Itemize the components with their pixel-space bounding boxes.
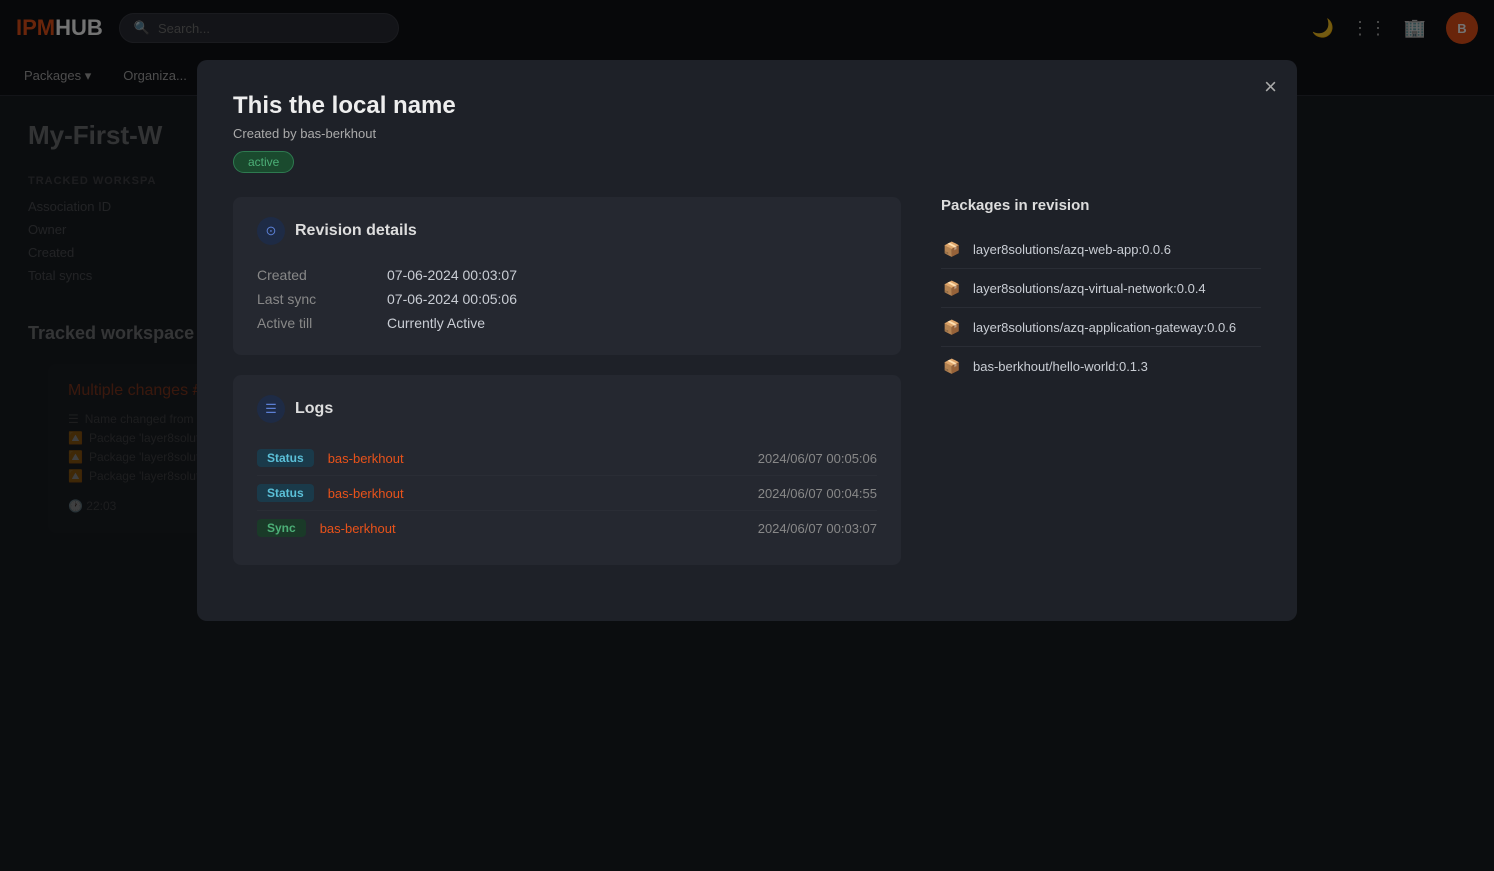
revision-value-lastsync: 07-06-2024 00:05:06 [387, 291, 517, 307]
package-icon-0: 📦 [941, 238, 963, 260]
revision-row-created: Created 07-06-2024 00:03:07 [257, 263, 877, 287]
package-item-3[interactable]: 📦 bas-berkhout/hello-world:0.1.3 [941, 347, 1261, 385]
revision-row-lastsync: Last sync 07-06-2024 00:05:06 [257, 287, 877, 311]
modal-close-button[interactable]: × [1264, 76, 1277, 98]
package-name-0: layer8solutions/azq-web-app:0.0.6 [973, 242, 1171, 257]
revision-section-title: Revision details [295, 222, 417, 240]
modal-left: ⊙ Revision details Created 07-06-2024 00… [233, 197, 901, 585]
modal-body: ⊙ Revision details Created 07-06-2024 00… [233, 197, 1261, 585]
revision-value-activetill: Currently Active [387, 315, 485, 331]
modal-overlay[interactable]: × This the local name Created by bas-ber… [0, 0, 1494, 871]
package-icon-3: 📦 [941, 355, 963, 377]
revision-table: Created 07-06-2024 00:03:07 Last sync 07… [257, 263, 877, 335]
packages-list: 📦 layer8solutions/azq-web-app:0.0.6 📦 la… [941, 230, 1261, 385]
package-item-0[interactable]: 📦 layer8solutions/azq-web-app:0.0.6 [941, 230, 1261, 269]
log-badge-1: Status [257, 484, 314, 502]
package-icon-2: 📦 [941, 316, 963, 338]
logs-section-header: ☰ Logs [257, 395, 877, 423]
revision-row-activetill: Active till Currently Active [257, 311, 877, 335]
log-entry-0: Status bas-berkhout 2024/06/07 00:05:06 [257, 441, 877, 475]
modal-status-badge: active [233, 151, 294, 173]
log-user-0: bas-berkhout [328, 451, 744, 466]
log-time-0: 2024/06/07 00:05:06 [758, 451, 877, 466]
logs-card: ☰ Logs Status bas-berkhout 2024/06/07 00… [233, 375, 901, 565]
logs-list: Status bas-berkhout 2024/06/07 00:05:06 … [257, 441, 877, 545]
log-time-2: 2024/06/07 00:03:07 [758, 521, 877, 536]
package-icon-1: 📦 [941, 277, 963, 299]
log-entry-1: Status bas-berkhout 2024/06/07 00:04:55 [257, 475, 877, 510]
package-name-1: layer8solutions/azq-virtual-network:0.0.… [973, 281, 1206, 296]
package-name-3: bas-berkhout/hello-world:0.1.3 [973, 359, 1148, 374]
log-time-1: 2024/06/07 00:04:55 [758, 486, 877, 501]
package-item-1[interactable]: 📦 layer8solutions/azq-virtual-network:0.… [941, 269, 1261, 308]
log-entry-2: Sync bas-berkhout 2024/06/07 00:03:07 [257, 510, 877, 545]
packages-title: Packages in revision [941, 197, 1261, 214]
revision-label-activetill: Active till [257, 315, 367, 331]
log-user-2: bas-berkhout [320, 521, 744, 536]
revision-label-created: Created [257, 267, 367, 283]
modal-subtitle: Created by bas-berkhout [233, 126, 1261, 141]
package-name-2: layer8solutions/azq-application-gateway:… [973, 320, 1236, 335]
modal-title: This the local name [233, 92, 1261, 120]
revision-label-lastsync: Last sync [257, 291, 367, 307]
package-item-2[interactable]: 📦 layer8solutions/azq-application-gatewa… [941, 308, 1261, 347]
modal: × This the local name Created by bas-ber… [197, 60, 1297, 621]
modal-right: Packages in revision 📦 layer8solutions/a… [941, 197, 1261, 585]
log-user-1: bas-berkhout [328, 486, 744, 501]
revision-section-header: ⊙ Revision details [257, 217, 877, 245]
logs-icon: ☰ [257, 395, 285, 423]
revision-details-card: ⊙ Revision details Created 07-06-2024 00… [233, 197, 901, 355]
log-badge-0: Status [257, 449, 314, 467]
log-badge-2: Sync [257, 519, 306, 537]
logs-section-title: Logs [295, 400, 333, 418]
revision-value-created: 07-06-2024 00:03:07 [387, 267, 517, 283]
revision-icon: ⊙ [257, 217, 285, 245]
